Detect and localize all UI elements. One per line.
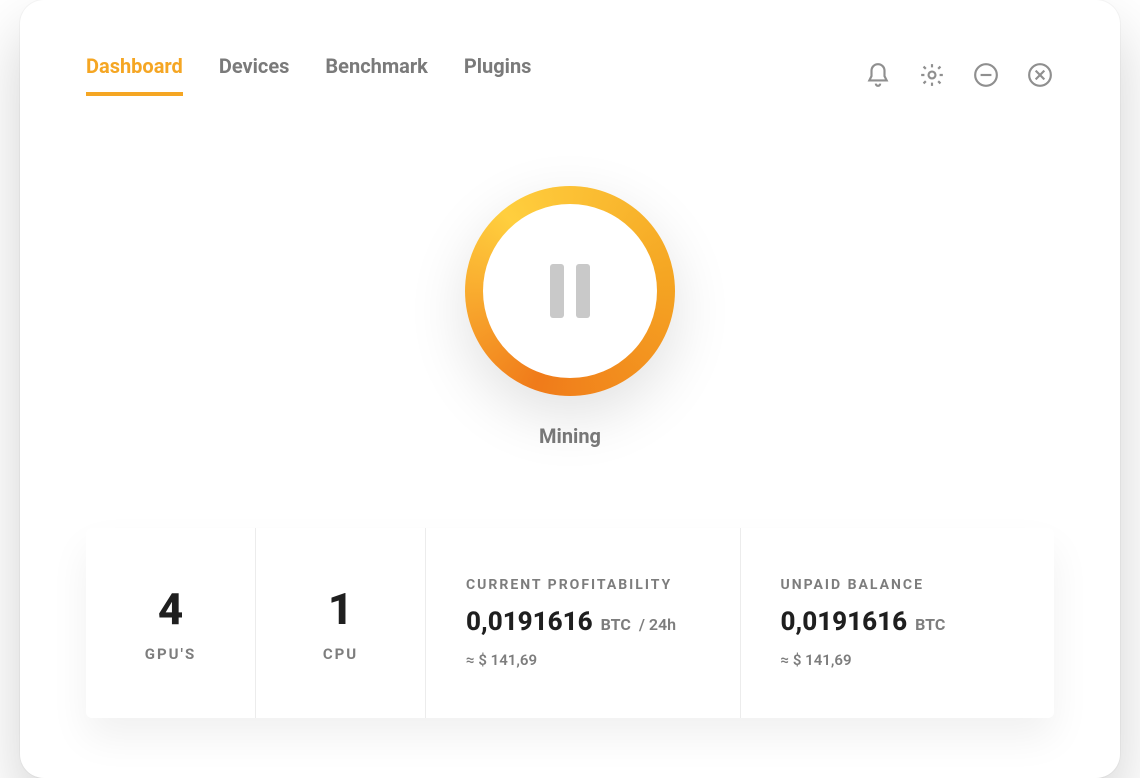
balance-title: UNPAID BALANCE bbox=[781, 577, 1015, 593]
cpu-count: 1 bbox=[328, 583, 353, 635]
minimize-icon[interactable] bbox=[972, 61, 1000, 89]
gpu-count: 4 bbox=[158, 583, 183, 635]
mining-control-area: Mining bbox=[20, 186, 1120, 448]
toolbar-icons bbox=[864, 61, 1054, 89]
topbar: Dashboard Devices Benchmark Plugins bbox=[20, 0, 1120, 96]
profitability-unit: BTC bbox=[601, 615, 631, 634]
balance-value-row: 0,0191616 BTC bbox=[781, 607, 1015, 637]
profitability-value: 0,0191616 bbox=[466, 607, 593, 637]
mining-toggle-button[interactable] bbox=[465, 186, 675, 396]
stat-card-cpu: 1 CPU bbox=[256, 528, 426, 718]
close-icon[interactable] bbox=[1026, 61, 1054, 89]
gear-icon[interactable] bbox=[918, 61, 946, 89]
tab-dashboard[interactable]: Dashboard bbox=[86, 54, 183, 96]
stat-card-profitability: CURRENT PROFITABILITY 0,0191616 BTC / 24… bbox=[426, 528, 741, 718]
stat-card-gpu: 4 GPU'S bbox=[86, 528, 256, 718]
gpu-label: GPU'S bbox=[145, 645, 196, 663]
stat-card-balance: UNPAID BALANCE 0,0191616 BTC ≈ $ 141,69 bbox=[741, 528, 1055, 718]
mining-status-label: Mining bbox=[539, 424, 601, 448]
app-window: Dashboard Devices Benchmark Plugins bbox=[20, 0, 1120, 778]
mining-button-inner bbox=[483, 204, 657, 378]
balance-approx: ≈ $ 141,69 bbox=[781, 651, 1015, 669]
bell-icon[interactable] bbox=[864, 61, 892, 89]
tab-benchmark[interactable]: Benchmark bbox=[325, 54, 427, 96]
balance-value: 0,0191616 bbox=[781, 607, 908, 637]
pause-icon bbox=[550, 264, 590, 318]
profitability-suffix: / 24h bbox=[639, 615, 676, 634]
profitability-value-row: 0,0191616 BTC / 24h bbox=[466, 607, 700, 637]
tab-devices[interactable]: Devices bbox=[219, 54, 290, 96]
balance-unit: BTC bbox=[915, 615, 945, 634]
profitability-title: CURRENT PROFITABILITY bbox=[466, 577, 700, 593]
nav-tabs: Dashboard Devices Benchmark Plugins bbox=[86, 54, 531, 96]
stats-row: 4 GPU'S 1 CPU CURRENT PROFITABILITY 0,01… bbox=[86, 528, 1054, 718]
cpu-label: CPU bbox=[323, 645, 358, 663]
tab-plugins[interactable]: Plugins bbox=[464, 54, 532, 96]
profitability-approx: ≈ $ 141,69 bbox=[466, 651, 700, 669]
